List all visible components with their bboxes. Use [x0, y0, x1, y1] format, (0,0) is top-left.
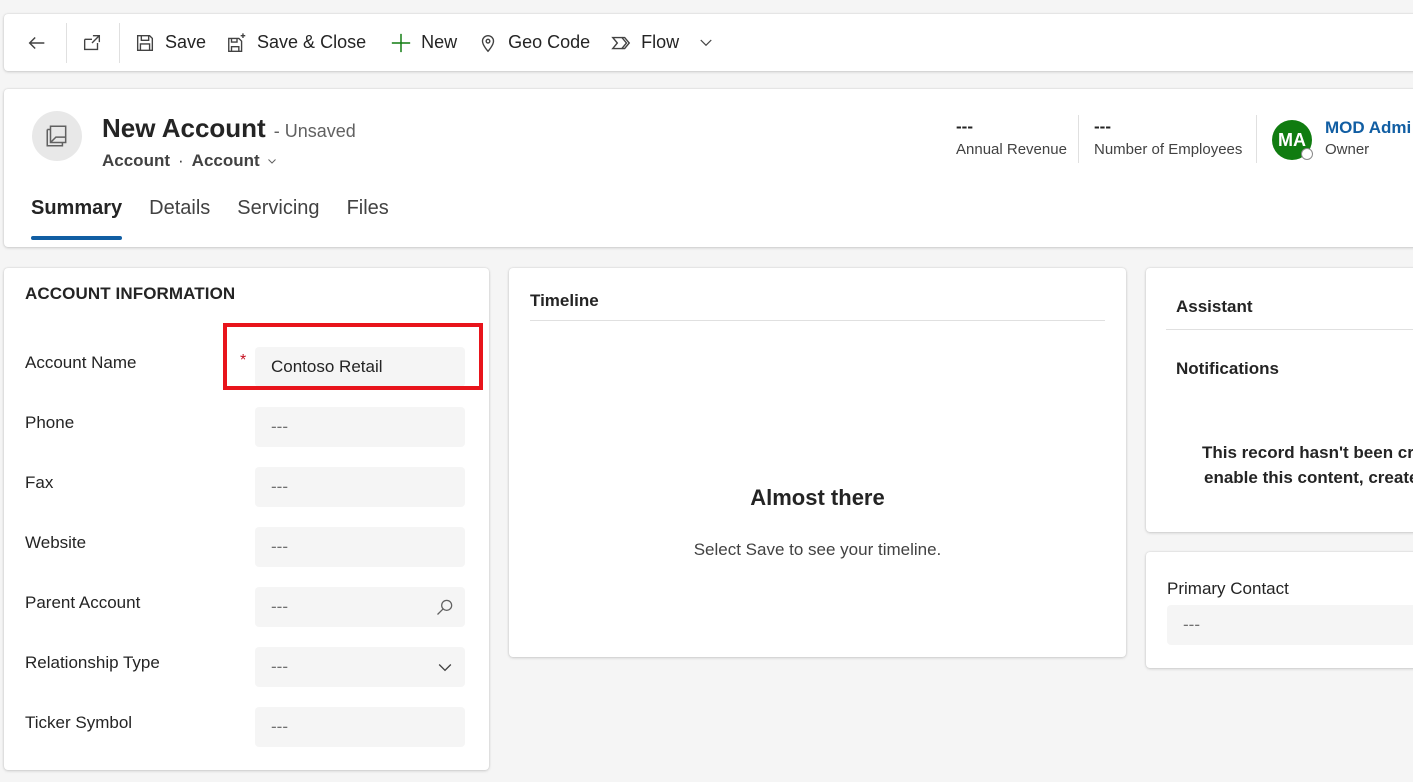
notifications-message-line1: This record hasn't been cre: [1202, 443, 1413, 462]
divider: [1256, 115, 1257, 163]
account-information-section: ACCOUNT INFORMATION Account Name * Conto…: [4, 268, 489, 770]
save-label: Save: [165, 32, 207, 52]
phone-value: ---: [271, 417, 288, 436]
plus-icon: [391, 33, 411, 52]
phone-input[interactable]: ---: [255, 407, 465, 447]
entity-icon: [32, 111, 82, 161]
timeline-section: Timeline Almost there Select Save to see…: [509, 268, 1126, 657]
account-name-input[interactable]: Contoso Retail: [255, 347, 465, 387]
timeline-title: Timeline: [530, 291, 599, 310]
geo-code-label: Geo Code: [508, 32, 591, 52]
relationship-type-label: Relationship Type: [25, 653, 160, 672]
primary-contact-lookup[interactable]: ---: [1167, 605, 1413, 645]
new-label: New: [421, 32, 458, 52]
timeline-empty-message: Select Save to see your timeline.: [693, 540, 942, 559]
fax-input[interactable]: ---: [255, 467, 465, 507]
unsaved-status: - Unsaved: [273, 121, 356, 141]
separator-dot: ·: [178, 151, 184, 170]
section-title: ACCOUNT INFORMATION: [25, 284, 236, 303]
title-row: New Account - Unsaved: [102, 113, 356, 144]
divider: [1166, 329, 1413, 330]
chevron-down-icon: [438, 664, 452, 672]
required-marker: *: [240, 352, 247, 369]
divider: [66, 22, 67, 63]
arrow-left-icon: [28, 36, 45, 49]
search-icon[interactable]: [435, 597, 455, 617]
flow-button[interactable]: Flow: [600, 23, 689, 63]
notifications-title: Notifications: [1176, 359, 1279, 378]
employees-value: ---: [1094, 117, 1111, 136]
owner-name-link[interactable]: MOD Admi: [1325, 118, 1411, 138]
owner-label: Owner: [1325, 141, 1370, 158]
divider: [530, 320, 1105, 321]
divider: [1078, 115, 1079, 163]
website-value: ---: [271, 537, 288, 556]
entity-name: Account: [102, 151, 170, 170]
fax-label: Fax: [25, 473, 54, 492]
ticker-symbol-value: ---: [271, 717, 288, 736]
record-title: New Account: [102, 113, 266, 143]
presence-status-icon: [1301, 148, 1313, 160]
geo-code-button[interactable]: Geo Code: [467, 23, 600, 63]
primary-contact-section: Primary Contact ---: [1146, 552, 1413, 668]
map-pin-icon: [481, 34, 495, 52]
relationship-type-select[interactable]: ---: [255, 647, 465, 687]
tab-servicing[interactable]: Servicing: [237, 197, 319, 239]
flow-icon: [611, 36, 631, 49]
phone-label: Phone: [25, 413, 75, 432]
primary-contact-label: Primary Contact: [1167, 579, 1289, 598]
record-header: New Account - Unsaved Account · Account …: [4, 89, 1413, 247]
parent-account-value: ---: [271, 597, 288, 616]
employees-label: Number of Employees: [1094, 141, 1243, 158]
open-in-new-window-icon: [83, 34, 101, 50]
save-and-close-button[interactable]: Save & Close: [216, 23, 376, 63]
more-commands-button[interactable]: [689, 23, 723, 63]
account-entity-icon: [46, 125, 67, 147]
open-in-new-window-button[interactable]: [71, 23, 115, 63]
assistant-section: Assistant Notifications This record hasn…: [1146, 268, 1413, 532]
timeline-empty-heading: Almost there: [750, 485, 885, 510]
divider: [119, 22, 120, 63]
save-and-close-icon: [228, 32, 246, 52]
employees-field: --- Number of Employees: [1094, 117, 1242, 158]
notifications-message-line2: enable this content, create: [1204, 468, 1413, 487]
chevron-down-icon: [267, 159, 276, 164]
parent-account-lookup[interactable]: ---: [255, 587, 465, 627]
form-selector-label: Account: [191, 151, 260, 170]
tab-files[interactable]: Files: [347, 197, 389, 239]
website-label: Website: [25, 533, 87, 552]
new-button[interactable]: New: [380, 23, 467, 63]
command-bar: Save Save & Close New Geo Code Flow: [4, 14, 1413, 71]
annual-revenue-value: ---: [956, 117, 973, 136]
back-button[interactable]: [4, 23, 62, 63]
record-subtitle: Account · Account: [102, 151, 278, 171]
relationship-type-value: ---: [271, 657, 288, 676]
annual-revenue-field: --- Annual Revenue: [956, 117, 1067, 158]
form-selector[interactable]: Account: [192, 151, 278, 171]
parent-account-label: Parent Account: [25, 593, 141, 612]
flow-label: Flow: [641, 32, 680, 52]
fax-value: ---: [271, 477, 288, 496]
save-button[interactable]: Save: [124, 23, 216, 63]
tab-details[interactable]: Details: [149, 197, 210, 239]
notifications-message: This record hasn't been cre enable this …: [1202, 440, 1413, 490]
ticker-symbol-label: Ticker Symbol: [25, 713, 133, 732]
save-icon: [136, 34, 154, 51]
annual-revenue-label: Annual Revenue: [956, 141, 1067, 158]
website-input[interactable]: ---: [255, 527, 465, 567]
tab-list: Summary Details Servicing Files: [31, 197, 416, 240]
chevron-down-icon: [700, 39, 712, 46]
assistant-title: Assistant: [1176, 297, 1253, 316]
ticker-symbol-input[interactable]: ---: [255, 707, 465, 747]
save-and-close-label: Save & Close: [257, 32, 367, 52]
account-name-label: Account Name: [25, 353, 137, 372]
tab-summary[interactable]: Summary: [31, 197, 123, 240]
